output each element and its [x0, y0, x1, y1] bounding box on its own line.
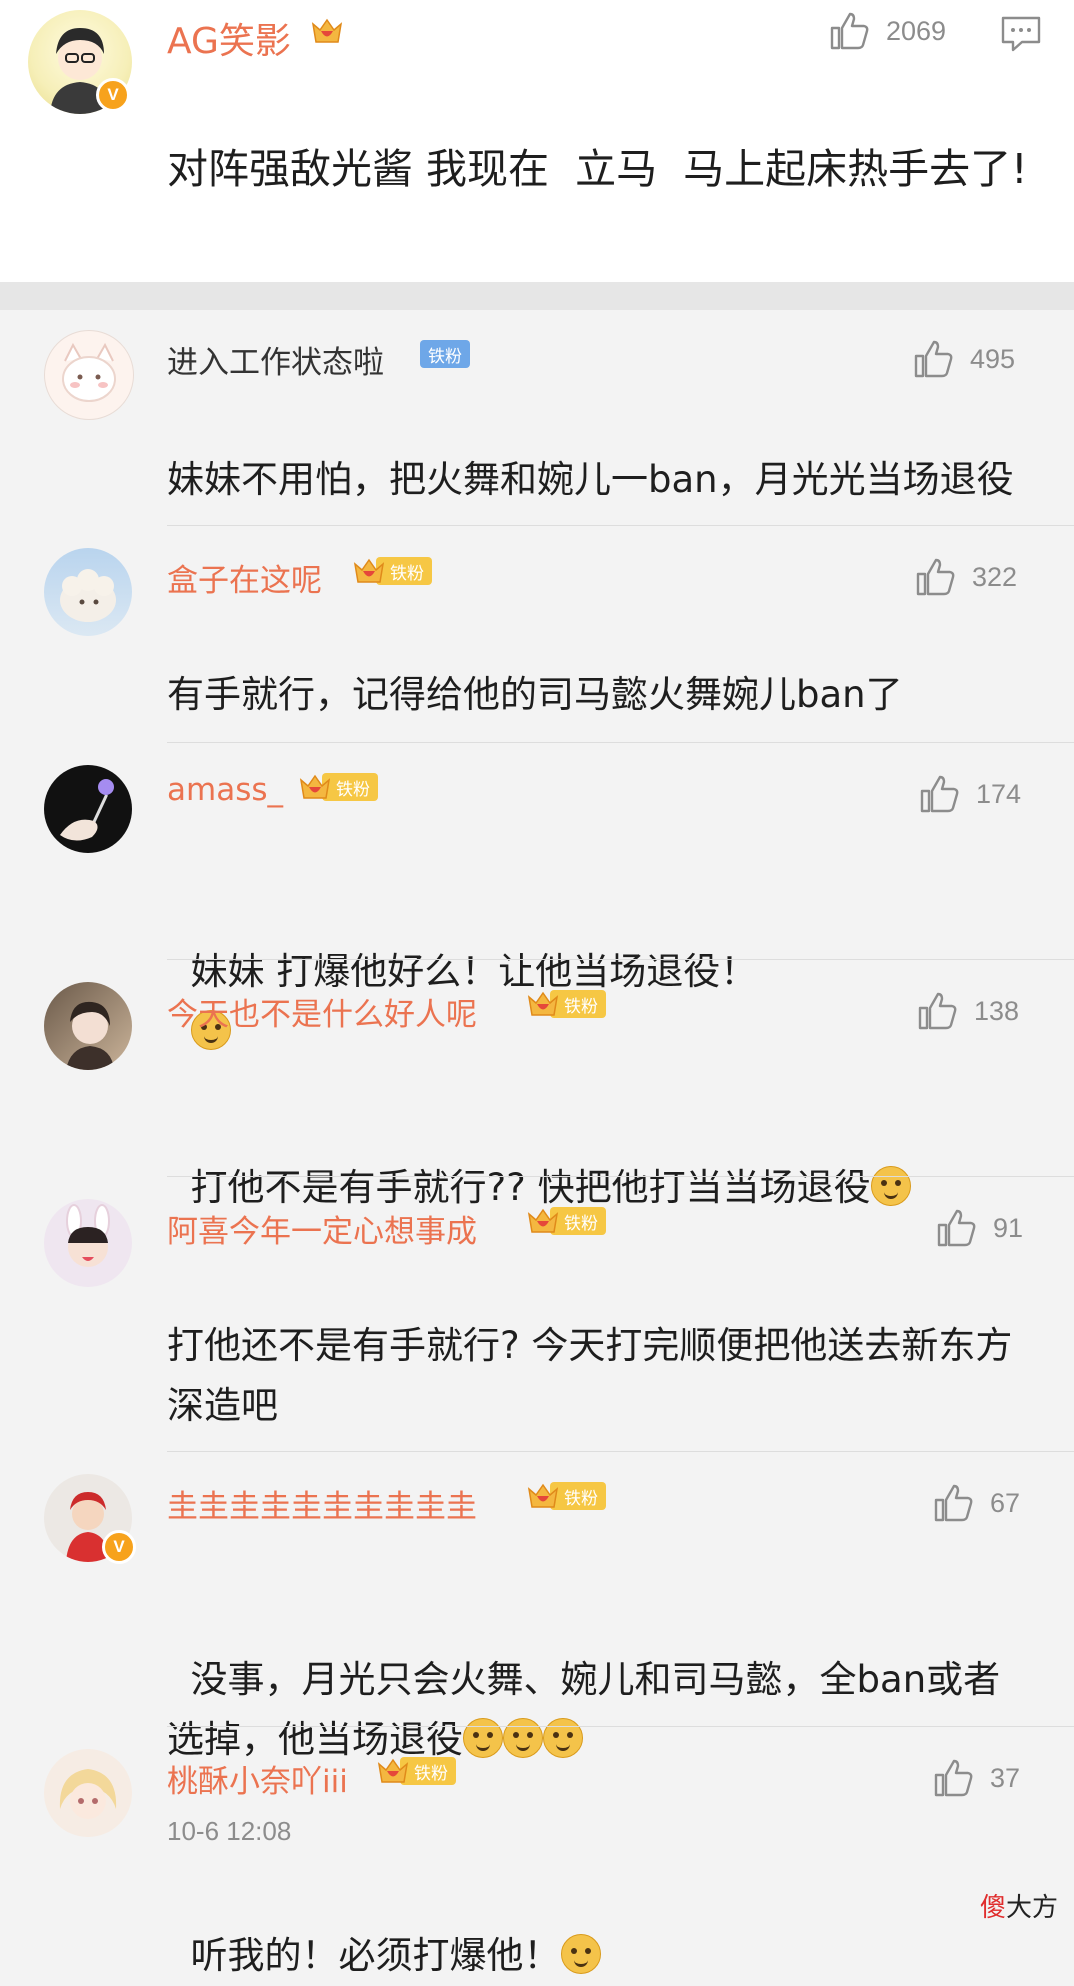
like-count: 322 — [972, 561, 1018, 592]
divider — [167, 742, 1074, 743]
reply-text-content: 没事，月光只会火舞、婉儿和司马懿，全ban或者选掉，他当场退役 — [167, 1658, 1001, 1761]
divider — [167, 1176, 1074, 1177]
fan-badge-label: 铁粉 — [420, 340, 470, 368]
thumbs-up-icon — [830, 12, 869, 50]
like-count: 495 — [970, 343, 1016, 374]
fan-badge: 铁粉 — [376, 1754, 456, 1788]
reply-text: 打他还不是有手就行? 今天打完顺便把他送去新东方深造吧 — [167, 1324, 1013, 1427]
thumbs-up-icon — [914, 340, 953, 378]
thumbs-up-icon — [934, 1759, 973, 1797]
fan-badge: 铁粉 — [526, 1204, 606, 1238]
watermark-part: 傻 — [979, 1893, 1006, 1923]
crown-badge — [310, 14, 344, 48]
fan-badge: 铁粉 — [526, 987, 606, 1021]
comment-icon[interactable] — [1000, 14, 1042, 54]
reply-text: 妹妹不用怕，把火舞和婉儿一ban，月光光当场退役 — [167, 458, 1014, 501]
crown-icon — [527, 1208, 559, 1233]
avatar[interactable] — [44, 330, 134, 420]
like-button[interactable]: 37 — [932, 1757, 1020, 1799]
username[interactable]: 进入工作状态啦 — [167, 337, 384, 382]
username[interactable]: AG笑影 — [167, 12, 291, 64]
fan-badge: 铁粉 — [352, 554, 432, 588]
like-button[interactable]: 67 — [932, 1482, 1020, 1524]
thumbs-up-icon — [934, 1484, 973, 1522]
like-count: 37 — [990, 1762, 1021, 1793]
divider — [167, 1451, 1074, 1452]
avatar[interactable] — [44, 982, 132, 1070]
username[interactable]: 圭圭圭圭圭圭圭圭圭圭 — [167, 1481, 477, 1526]
thumbs-up-icon — [937, 1209, 976, 1247]
crown-icon — [311, 18, 343, 43]
avatar[interactable] — [44, 1199, 132, 1287]
crown-icon — [299, 774, 331, 799]
reply-text-content: 听我的！必须打爆他！ — [190, 1934, 561, 1977]
avatar-image — [66, 1001, 114, 1070]
like-button[interactable]: 174 — [918, 773, 1021, 815]
like-count: 138 — [974, 995, 1020, 1026]
avatar-image — [62, 342, 116, 402]
avatar[interactable]: V — [28, 10, 132, 114]
timestamp: 10-6 12:08 — [167, 1816, 292, 1846]
like-button[interactable]: 495 — [912, 338, 1015, 380]
username[interactable]: 盒子在这呢 — [167, 555, 322, 600]
reply-text: 没事，月光只会火舞、婉儿和司马懿，全ban或者选掉，他当场退役 — [167, 1590, 1027, 1770]
reply-text: 妹妹 打爆他好么！让他当场退役！ — [167, 882, 1027, 1062]
like-count: 91 — [993, 1212, 1024, 1243]
avatar-image — [60, 779, 114, 841]
crown-icon — [353, 558, 385, 583]
laughing-emoji-icon — [463, 1718, 503, 1758]
like-button[interactable]: 322 — [914, 556, 1017, 598]
watermark-part: 大方 — [1005, 1893, 1058, 1923]
username[interactable]: amass_ — [167, 772, 283, 808]
watermark: 傻大方 — [980, 1887, 1058, 1924]
like-count: 2069 — [886, 15, 947, 46]
like-button[interactable]: 91 — [935, 1207, 1023, 1249]
avatar-image — [59, 1769, 117, 1819]
verified-badge-icon: V — [96, 78, 130, 112]
divider — [167, 525, 1074, 526]
fan-badge: 铁粉 — [526, 1479, 606, 1513]
avatar-image — [66, 1204, 110, 1267]
like-count: 67 — [990, 1487, 1021, 1518]
thumbs-up-icon — [916, 558, 955, 596]
like-button[interactable]: 138 — [916, 990, 1019, 1032]
crown-icon — [527, 991, 559, 1016]
like-button[interactable]: 2069 — [828, 10, 946, 52]
reply-text-content: 打他不是有手就行?? 快把他打当当场退役 — [190, 1166, 871, 1209]
doge-emoji-icon — [870, 1166, 911, 1206]
crown-icon — [527, 1483, 559, 1508]
username[interactable]: 阿喜今年一定心想事成 — [167, 1206, 477, 1251]
crown-icon — [377, 1758, 409, 1783]
like-count: 174 — [976, 778, 1022, 809]
laughing-emoji-icon — [503, 1718, 543, 1758]
avatar[interactable] — [44, 1749, 132, 1837]
avatar[interactable] — [44, 548, 132, 636]
comment-text: 对阵强敌光酱 我现在 立马 马上起床热手去了! — [167, 145, 1028, 193]
thumbs-up-icon — [918, 992, 957, 1030]
reply-text-content: 妹妹 打爆他好么！让他当场退役！ — [190, 950, 758, 993]
avatar[interactable]: V — [44, 1474, 136, 1564]
fan-badge: 铁粉 — [298, 770, 378, 804]
verified-badge-icon: V — [102, 1530, 136, 1564]
reply-text: 听我的！必须打爆他！ — [167, 1866, 1027, 1986]
avatar-image — [60, 569, 116, 622]
laughing-emoji-icon — [543, 1718, 583, 1758]
divider — [167, 959, 1074, 960]
thumbs-up-icon — [920, 775, 959, 813]
reply-text: 打他不是有手就行?? 快把他打当当场退役 — [167, 1098, 1027, 1218]
username[interactable]: 今天也不是什么好人呢 — [167, 989, 477, 1034]
doge-emoji-icon — [560, 1934, 601, 1974]
divider — [167, 1726, 1074, 1727]
avatar[interactable] — [44, 765, 132, 853]
divider — [0, 282, 1074, 310]
username[interactable]: 桃酥小奈吖iii — [167, 1756, 348, 1801]
reply-text: 有手就行，记得给他的司马懿火舞婉儿ban了 — [167, 673, 903, 716]
fan-badge: 铁粉 — [420, 337, 470, 371]
